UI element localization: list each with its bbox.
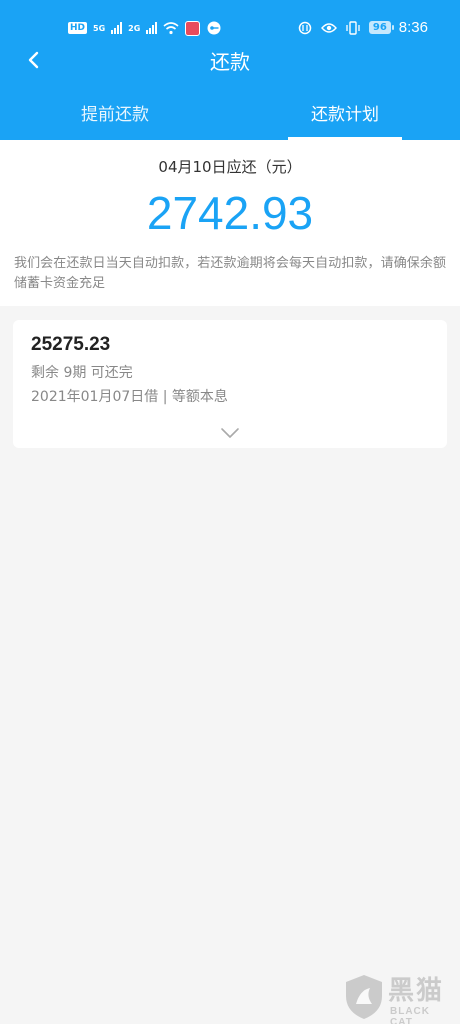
- page-title: 还款: [210, 50, 250, 74]
- wifi-icon: [163, 20, 179, 36]
- status-bar: HD 5G 2G 96 8:36: [0, 0, 460, 42]
- expand-chevron-down-icon[interactable]: [220, 424, 240, 438]
- network-type-2: 2G: [128, 23, 141, 33]
- battery-indicator: 96: [368, 21, 394, 34]
- remaining-periods: 剩余 9期 可还完: [31, 365, 133, 381]
- cat-shield-icon: [346, 975, 382, 1019]
- auto-debit-notice: 我们会在还款日当天自动扣款，若还款逾期将会每天自动扣款，请确保余额储蓄卡资金充足: [14, 256, 446, 291]
- tab-bar: 提前还款 还款计划: [0, 90, 460, 140]
- app-header: HD 5G 2G 96 8:36 还款 提前还款 还款计划: [0, 0, 460, 140]
- due-amount: 2742.93: [146, 187, 314, 239]
- title-bar: 还款: [0, 42, 460, 78]
- signal-icon: [111, 22, 123, 34]
- loan-card[interactable]: 25275.23 剩余 9期 可还完 2021年01月07日借 | 等额本息: [13, 320, 447, 448]
- hd-badge: HD: [68, 22, 88, 34]
- repayment-summary: 04月10日应还（元） 2742.93 我们会在还款日当天自动扣款，若还款逾期将…: [0, 140, 460, 306]
- tab-repayment-plan[interactable]: 还款计划: [230, 90, 460, 140]
- vibrate-icon: [345, 20, 361, 36]
- black-cat-watermark: 黑猫 BLACK CAT: [344, 970, 454, 1024]
- data-saver-icon: [297, 20, 313, 36]
- eye-icon: [320, 20, 337, 36]
- due-date-label: 04月10日应还（元）: [158, 158, 302, 176]
- watermark-en: BLACK CAT: [390, 1006, 430, 1024]
- network-type-1: 5G: [93, 23, 106, 33]
- borrow-info: 2021年01月07日借 | 等额本息: [31, 389, 228, 405]
- status-time: 8:36: [398, 19, 428, 36]
- loan-amount: 25275.23: [31, 334, 111, 355]
- tab-prepayment[interactable]: 提前还款: [0, 90, 230, 140]
- key-icon: [206, 20, 222, 36]
- app-notification-icon: [185, 20, 201, 36]
- status-right: 96 8:36: [297, 19, 428, 36]
- signal-icon-2: [146, 22, 158, 34]
- watermark-cn: 黑猫: [388, 976, 445, 1006]
- status-left: HD 5G 2G: [68, 20, 222, 36]
